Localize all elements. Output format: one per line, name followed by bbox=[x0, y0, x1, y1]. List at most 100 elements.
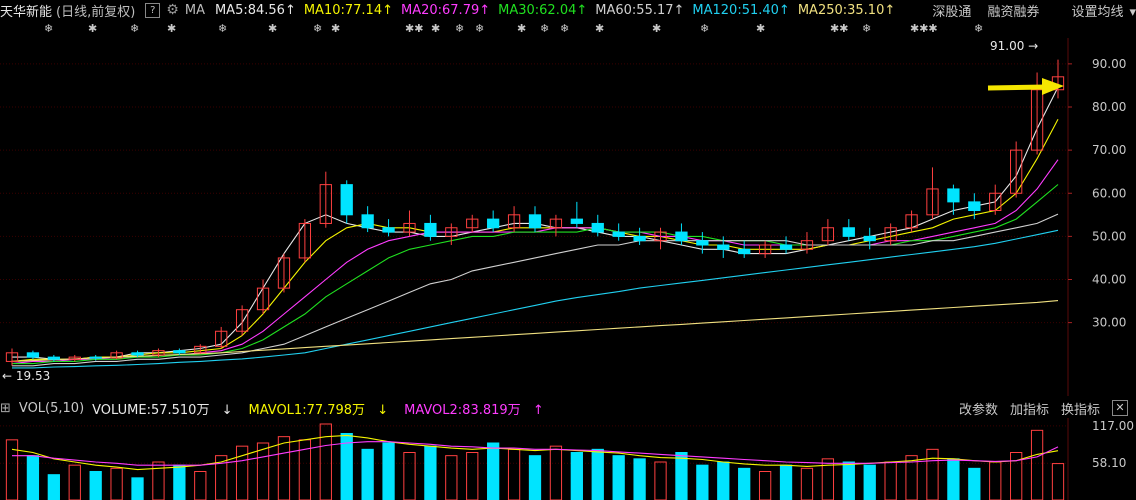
volume-bar bbox=[89, 471, 102, 500]
stock-name: 天华新能 bbox=[0, 4, 53, 20]
candle bbox=[424, 222, 437, 237]
volume-bar bbox=[591, 448, 604, 500]
mavol1-down-arrow-icon: ↓ bbox=[377, 402, 389, 418]
volume-bar bbox=[173, 464, 186, 500]
volume-bar bbox=[1030, 429, 1044, 500]
annotation-arrow-shaft bbox=[987, 84, 1047, 91]
y-tick-label: 80.00 bbox=[1092, 100, 1126, 114]
link-margin-trading[interactable]: 融资融券 bbox=[987, 1, 1039, 20]
volume-bar bbox=[989, 461, 1002, 500]
y-tick-label: 60.00 bbox=[1092, 186, 1126, 200]
ex-rights-marker[interactable]: ✱ bbox=[517, 22, 526, 35]
volume-bar bbox=[654, 461, 667, 500]
ex-rights-marker[interactable]: ❄ bbox=[974, 22, 983, 35]
y-tick-label: 50.00 bbox=[1092, 229, 1126, 243]
gear-icon[interactable]: ⚙ bbox=[166, 2, 179, 18]
volume-bar bbox=[5, 439, 19, 500]
ex-rights-marker[interactable]: ✱ bbox=[595, 22, 604, 35]
volume-bar bbox=[382, 442, 395, 500]
ex-rights-marker[interactable]: ✱✱✱ bbox=[910, 22, 938, 35]
candle bbox=[570, 218, 583, 224]
ex-rights-marker[interactable]: ❄ bbox=[700, 22, 709, 35]
volume-bar bbox=[194, 471, 207, 500]
candle bbox=[612, 231, 625, 237]
ex-rights-marker[interactable]: ✱ bbox=[431, 22, 440, 35]
help-icon[interactable]: ? bbox=[145, 2, 161, 18]
volume-bar bbox=[779, 464, 793, 500]
link-set-ma[interactable]: 设置均线 ▾ bbox=[1055, 1, 1136, 20]
volume-bar bbox=[487, 442, 500, 500]
ex-rights-marker[interactable]: ✱ bbox=[756, 22, 765, 35]
volume-bar bbox=[424, 445, 437, 500]
close-icon[interactable]: ✕ bbox=[1112, 400, 1128, 416]
ex-rights-marker[interactable]: ❄ bbox=[130, 22, 139, 35]
candle bbox=[968, 201, 981, 211]
ex-rights-marker[interactable]: ❄ bbox=[455, 22, 464, 35]
grid-icon: ⊞ bbox=[0, 400, 11, 416]
volume-value-text: VOLUME:57.510万 bbox=[92, 402, 210, 418]
ex-rights-marker[interactable]: ✱ bbox=[167, 22, 176, 35]
volume-bar bbox=[256, 442, 270, 500]
annotation-arrow-head bbox=[1042, 78, 1064, 95]
link-set-ma-label: 设置均线 bbox=[1071, 4, 1124, 20]
candle bbox=[947, 188, 960, 203]
ex-rights-marker[interactable]: ❄ bbox=[218, 22, 227, 35]
ex-rights-marker[interactable]: ❄ bbox=[475, 22, 484, 35]
volume-bar bbox=[758, 471, 772, 500]
ma-indicator-6: MA250:35.10↑ bbox=[797, 2, 896, 18]
candlestick-chart[interactable]: 90.00 80.00 70.00 60.00 50.00 40.00 30.00 91.00… bbox=[0, 38, 1136, 396]
ex-rights-marker[interactable]: ✱ bbox=[652, 22, 661, 35]
ex-rights-marker[interactable]: ✱✱ bbox=[405, 22, 423, 35]
ex-rights-marker[interactable]: ✱ bbox=[331, 22, 340, 35]
ex-rights-marker[interactable]: ✱ bbox=[88, 22, 97, 35]
volume-bar bbox=[110, 467, 123, 500]
switch-indicator-button[interactable]: 换指标 bbox=[1061, 399, 1100, 418]
candle bbox=[779, 244, 793, 250]
candle bbox=[47, 356, 60, 360]
ma-indicator-1: MA10:77.14↑ bbox=[303, 2, 393, 18]
ex-rights-marker[interactable]: ❄ bbox=[44, 22, 53, 35]
volume-bar bbox=[403, 452, 416, 500]
vol-tick-label: 58.10 bbox=[1092, 456, 1126, 470]
mavol1-value-text: MAVOL1:77.798万 bbox=[248, 402, 366, 418]
volume-bar bbox=[926, 448, 939, 500]
volume-bar bbox=[884, 461, 897, 500]
mavol2-value: MAVOL2:83.819万 ↑ bbox=[404, 399, 552, 418]
ma-indicators: MA5:84.56↑ MA10:77.14↑ MA20:67.79↑ MA30:62.… bbox=[215, 3, 903, 18]
candle bbox=[717, 244, 730, 250]
ex-rights-marker[interactable]: ❄ bbox=[540, 22, 549, 35]
volume-chart[interactable]: 117.00 58.10 bbox=[0, 418, 1136, 500]
ma-label: MA bbox=[184, 2, 205, 18]
y-tick-label: 40.00 bbox=[1092, 273, 1126, 287]
candle bbox=[591, 222, 604, 233]
y-tick-label: 90.00 bbox=[1092, 57, 1126, 71]
ex-rights-marker[interactable]: ✱ bbox=[268, 22, 277, 35]
volume-bar bbox=[947, 458, 960, 500]
ex-rights-marker[interactable]: ❄ bbox=[560, 22, 569, 35]
ex-rights-marker[interactable]: ❄ bbox=[862, 22, 871, 35]
ma-indicator-4: MA60:55.17↑ bbox=[595, 2, 685, 18]
volume-bar bbox=[612, 455, 625, 500]
header-links: 深股通 融资融券 设置均线 ▾ bbox=[916, 0, 1136, 20]
volume-bar bbox=[738, 467, 751, 500]
ex-rights-marker[interactable]: ❄ bbox=[313, 22, 322, 35]
add-indicator-button[interactable]: 加指标 bbox=[1010, 399, 1049, 418]
candle bbox=[382, 227, 395, 233]
mavol1-value: MAVOL1:77.798万 ↓ bbox=[249, 399, 397, 418]
volume-bar bbox=[675, 452, 688, 500]
edit-params-button[interactable]: 改参数 bbox=[959, 399, 998, 418]
ma-indicator-3: MA30:62.04↑ bbox=[498, 2, 588, 18]
volume-bar bbox=[507, 448, 521, 500]
volume-bar bbox=[549, 445, 563, 500]
vol-tick-label: 117.00 bbox=[1092, 419, 1134, 433]
volume-bar bbox=[570, 452, 583, 500]
volume-bar bbox=[68, 464, 81, 500]
ex-rights-marker[interactable]: ✱✱ bbox=[830, 22, 848, 35]
candle bbox=[173, 350, 186, 354]
period-label: (日线,前复权) bbox=[56, 4, 136, 20]
mavol2-up-arrow-icon: ↑ bbox=[532, 402, 544, 418]
volume-bar bbox=[968, 467, 981, 500]
volume-bar bbox=[863, 464, 876, 500]
link-hk-connect[interactable]: 深股通 bbox=[932, 1, 971, 20]
volume-indicator-label[interactable]: VOL(5,10) bbox=[19, 401, 84, 416]
